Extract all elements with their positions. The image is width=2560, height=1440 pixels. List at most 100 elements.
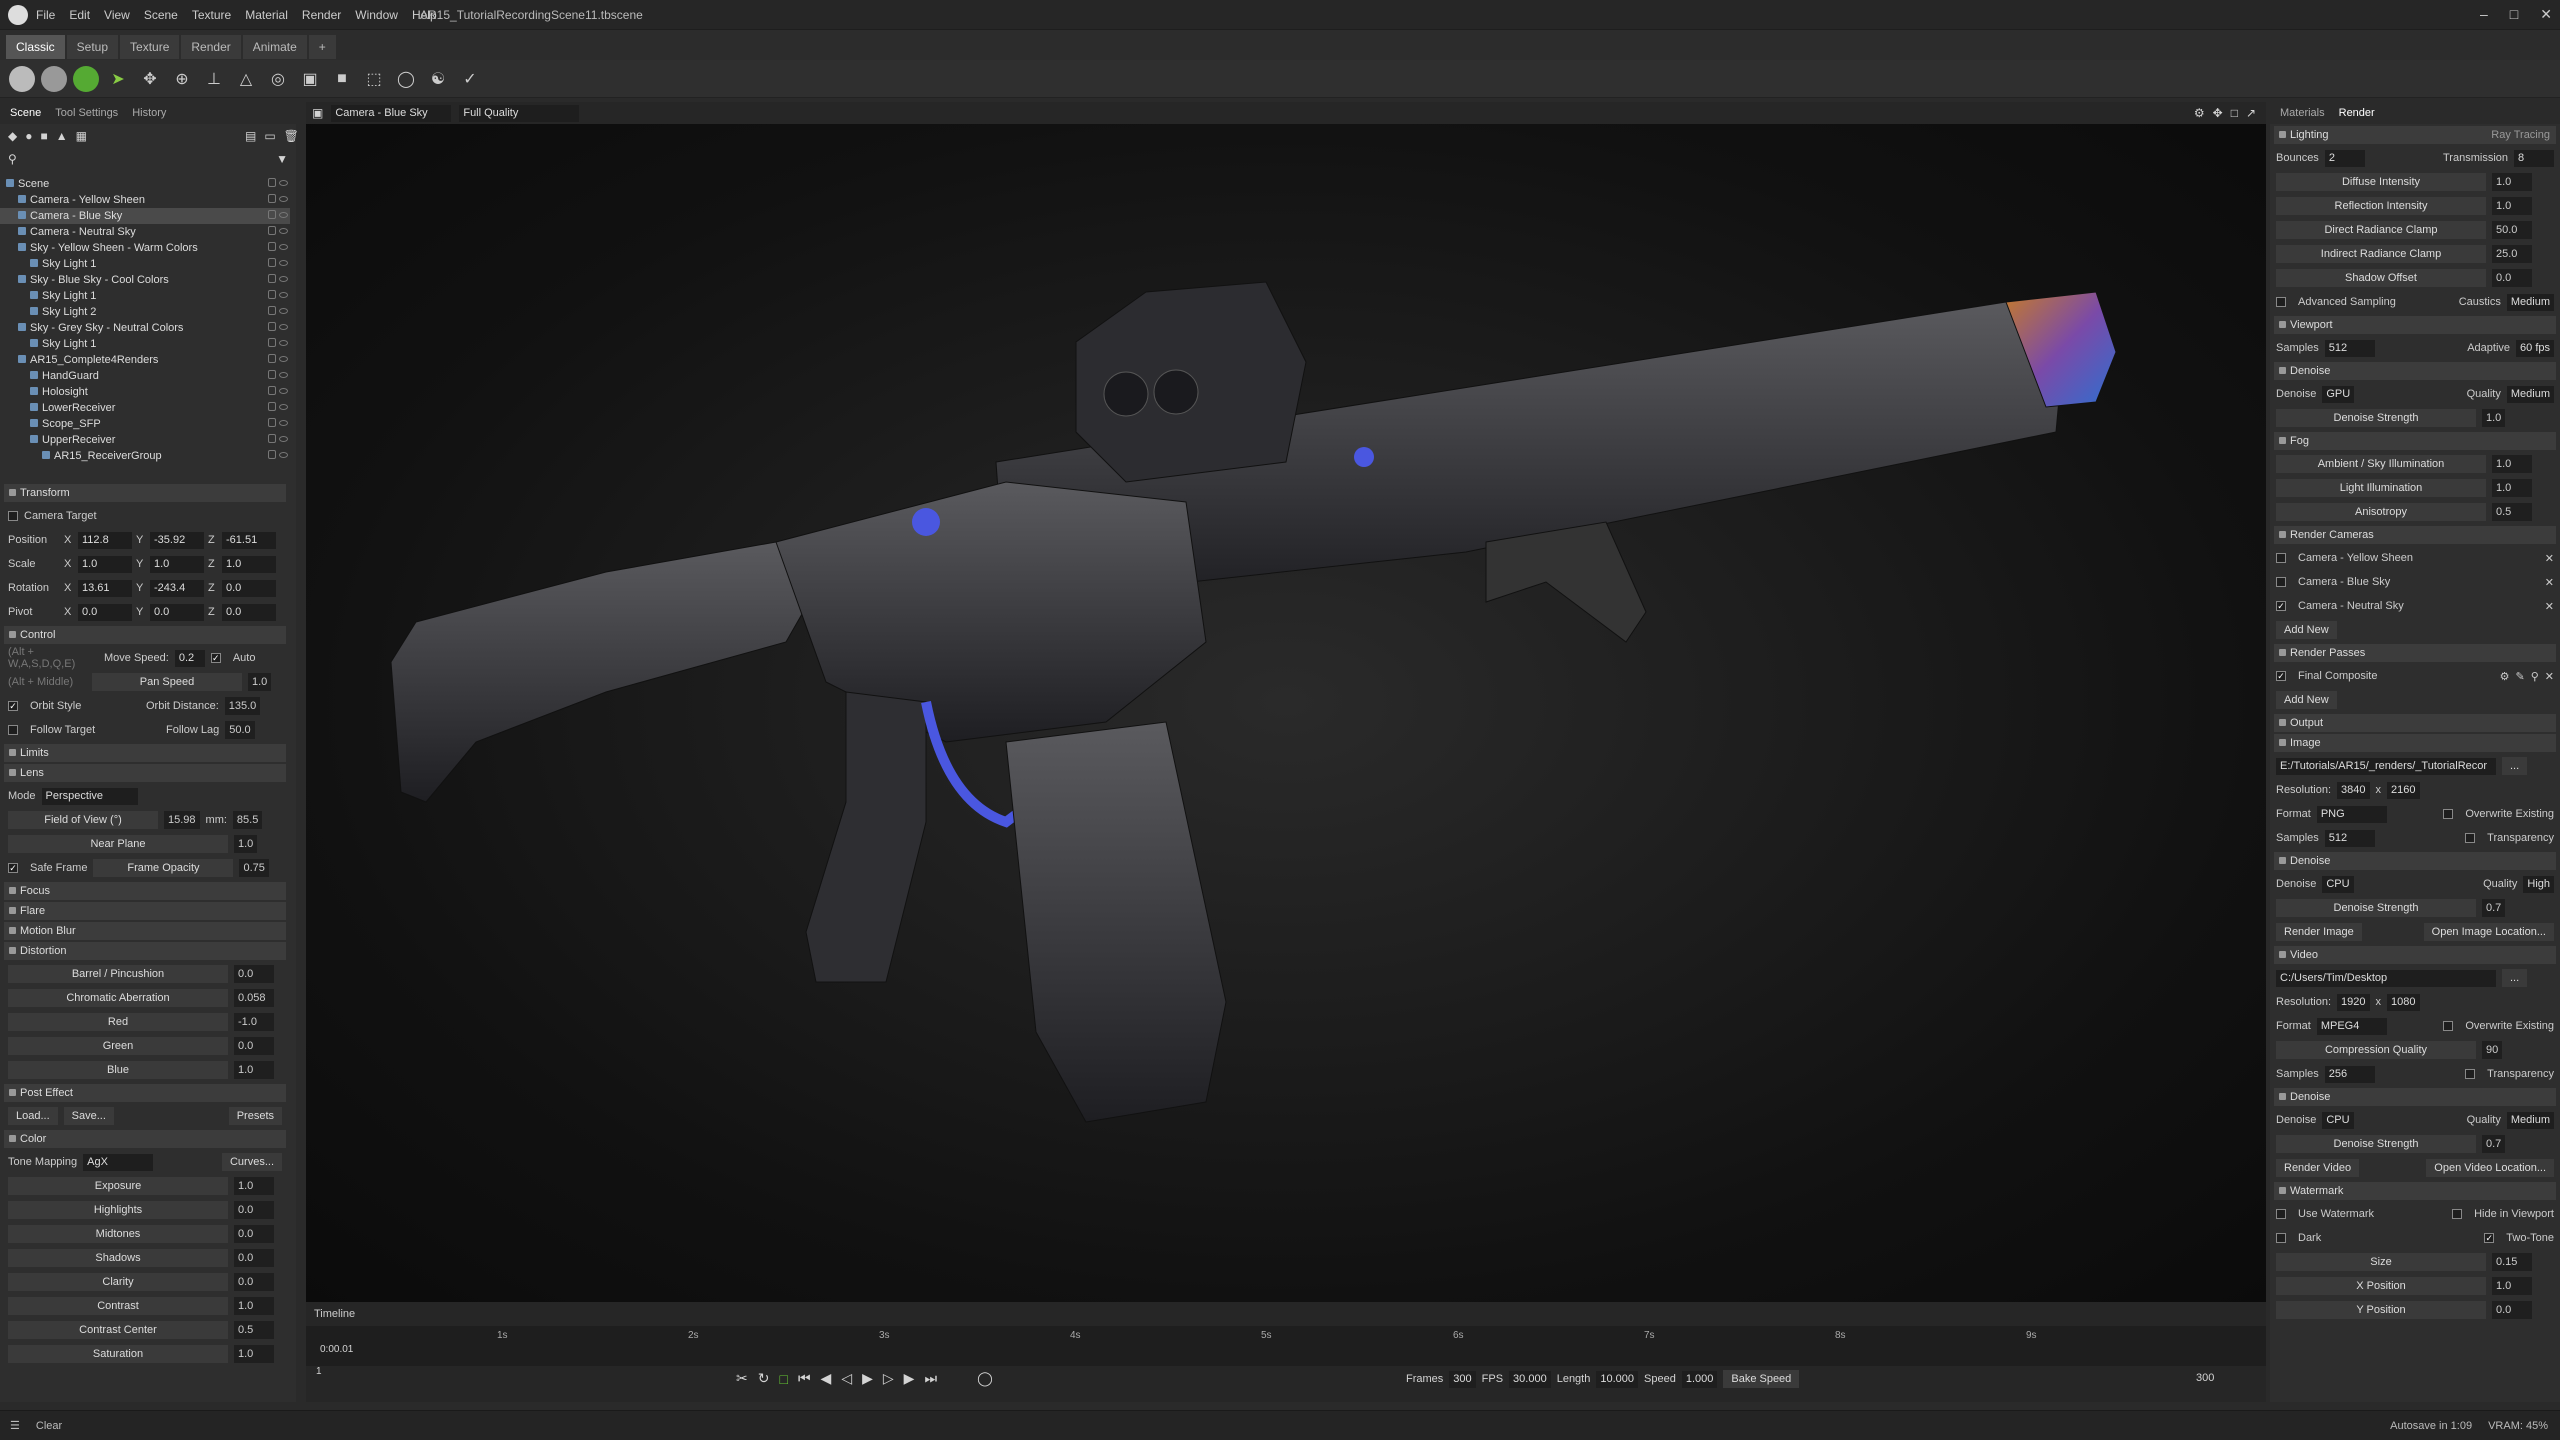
eye-icon[interactable] — [279, 308, 288, 314]
tab-tool-settings[interactable]: Tool Settings — [55, 107, 118, 119]
image-section[interactable]: Image — [2274, 734, 2556, 752]
tree-item[interactable]: Scope_SFP — [0, 416, 290, 432]
tab-animate[interactable]: Animate — [242, 35, 307, 59]
video-overwrite-checkbox[interactable] — [2443, 1021, 2454, 1031]
lock-icon[interactable] — [268, 274, 276, 283]
color-adjust-value[interactable]: 1.0 — [234, 1177, 274, 1195]
eye-icon[interactable] — [279, 356, 288, 362]
lighting-value[interactable]: 25.0 — [2492, 245, 2532, 263]
eye-icon[interactable] — [279, 404, 288, 410]
fov-slider[interactable]: Field of View (°) — [8, 811, 158, 829]
add-camera-button[interactable]: Add New — [2276, 621, 2337, 639]
image-denoise-dropdown[interactable]: CPU — [2322, 875, 2354, 893]
fps-field[interactable]: 30.000 — [1509, 1370, 1551, 1388]
first-frame-icon[interactable]: ⏮ — [798, 1370, 811, 1387]
menu-render[interactable]: Render — [302, 8, 341, 22]
render-image-button[interactable]: Render Image — [2276, 923, 2362, 941]
distortion-slider[interactable]: Green — [8, 1037, 228, 1055]
menu-texture[interactable]: Texture — [192, 8, 231, 22]
pivot-z-field[interactable]: 0.0 — [222, 603, 276, 621]
follow-lag-value[interactable]: 50.0 — [225, 721, 255, 739]
lock-icon[interactable] — [268, 354, 276, 363]
watermark-slider[interactable]: Size — [2276, 1253, 2486, 1271]
viewport-settings-icon[interactable]: ⚙ — [2194, 106, 2205, 120]
distortion-slider[interactable]: Blue — [8, 1061, 228, 1079]
select-tool-icon[interactable]: ➤ — [105, 66, 131, 92]
fog-value[interactable]: 1.0 — [2492, 479, 2532, 497]
prev-frame-icon[interactable]: ◁ — [841, 1370, 852, 1387]
distortion-value[interactable]: 0.058 — [234, 989, 274, 1007]
eye-icon[interactable] — [279, 340, 288, 346]
add-group-icon[interactable]: ▦ — [76, 129, 87, 143]
frame-tool-icon[interactable]: ■ — [329, 66, 355, 92]
color-adjust-value[interactable]: 0.0 — [234, 1201, 274, 1219]
post-effect-section[interactable]: Post Effect — [4, 1084, 286, 1102]
paint-select-icon[interactable]: ✓ — [457, 66, 483, 92]
focus-section[interactable]: Focus — [4, 882, 286, 900]
ray-tracing-dropdown[interactable]: Ray Tracing — [2491, 126, 2550, 144]
focus-tool-icon[interactable]: ▣ — [297, 66, 323, 92]
video-quality-dropdown[interactable]: Medium — [2506, 1111, 2554, 1129]
eye-icon[interactable] — [279, 452, 288, 458]
near-plane-slider[interactable]: Near Plane — [8, 835, 228, 853]
video-transparency-checkbox[interactable] — [2465, 1069, 2476, 1079]
last-frame-icon[interactable]: ⏭ — [924, 1370, 937, 1387]
length-field[interactable]: 10.000 — [1596, 1370, 1639, 1388]
vp-denoise-strength-slider[interactable]: Denoise Strength — [2276, 409, 2476, 427]
tree-item[interactable]: Sky Light 2 — [0, 304, 290, 320]
image-quality-dropdown[interactable]: High — [2523, 875, 2554, 893]
safe-frame-checkbox[interactable]: ✓ — [8, 863, 18, 873]
near-plane-value[interactable]: 1.0 — [234, 835, 258, 853]
fog-value[interactable]: 0.5 — [2492, 503, 2532, 521]
video-denoise-strength-slider[interactable]: Denoise Strength — [2276, 1135, 2476, 1153]
lock-icon[interactable] — [268, 290, 276, 299]
tree-item[interactable]: AR15_Complete4Renders — [0, 352, 290, 368]
eye-icon[interactable] — [279, 372, 288, 378]
pivot-y-field[interactable]: 0.0 — [150, 603, 204, 621]
lighting-value[interactable]: 50.0 — [2492, 221, 2532, 239]
video-res-w[interactable]: 1920 — [2337, 993, 2370, 1011]
filter-icon[interactable]: ▼ — [276, 152, 288, 166]
vp-denoise-dropdown[interactable]: GPU — [2322, 385, 2355, 403]
frames-field[interactable]: 300 — [1449, 1370, 1476, 1388]
timeline-track[interactable]: 0:00.01 1s 2s 3s 4s 5s 6s 7s 8s 9s — [306, 1326, 2266, 1366]
lasso-select-icon[interactable]: ☯ — [425, 66, 451, 92]
render-mode-icon[interactable] — [9, 65, 35, 92]
image-res-h[interactable]: 2160 — [2387, 781, 2420, 799]
bake-speed-button[interactable]: Bake Speed — [1723, 1370, 1800, 1388]
video-path-browse-button[interactable]: ... — [2502, 969, 2528, 987]
dark-checkbox[interactable] — [2276, 1233, 2286, 1243]
tab-history[interactable]: History — [132, 107, 166, 119]
render-camera-checkbox[interactable]: ✓ — [2276, 601, 2286, 611]
close-icon[interactable]: ✕ — [2540, 6, 2552, 23]
transform-section[interactable]: Transform — [4, 484, 286, 502]
pass-edit-icon[interactable]: ✎ — [2516, 670, 2525, 683]
record-icon[interactable]: □ — [779, 1371, 787, 1387]
color-section[interactable]: Color — [4, 1130, 286, 1148]
watermark-slider[interactable]: Y Position — [2276, 1301, 2486, 1319]
lock-icon[interactable] — [268, 306, 276, 315]
eye-icon[interactable] — [279, 180, 288, 186]
quality-dropdown[interactable]: Full Quality — [459, 104, 580, 122]
viewport-frame-icon[interactable]: □ — [2231, 106, 2238, 120]
follow-target-checkbox[interactable] — [8, 725, 18, 735]
scale-y-field[interactable]: 1.0 — [150, 555, 204, 573]
adaptive-dropdown[interactable]: 60 fps — [2516, 339, 2554, 357]
flare-section[interactable]: Flare — [4, 902, 286, 920]
eye-icon[interactable] — [279, 420, 288, 426]
lock-icon[interactable] — [268, 242, 276, 251]
eye-icon[interactable] — [279, 260, 288, 266]
play-icon[interactable]: ▶ — [862, 1370, 873, 1387]
maximize-icon[interactable]: □ — [2510, 6, 2518, 23]
tree-item[interactable]: Sky Light 1 — [0, 288, 290, 304]
color-adjust-value[interactable]: 1.0 — [234, 1345, 274, 1363]
video-format-dropdown[interactable]: MPEG4 — [2316, 1017, 2387, 1035]
globe-tool-icon[interactable]: ◎ — [265, 66, 291, 92]
frame-opacity-value[interactable]: 0.75 — [239, 859, 269, 877]
video-res-h[interactable]: 1080 — [2387, 993, 2420, 1011]
tree-item[interactable]: AR15_ReceiverGroup — [0, 448, 290, 464]
watermark-value[interactable]: 1.0 — [2492, 1277, 2532, 1295]
image-format-dropdown[interactable]: PNG — [2316, 805, 2387, 823]
lens-section[interactable]: Lens — [4, 764, 286, 782]
pass-settings-icon[interactable]: ⚙ — [2500, 670, 2510, 683]
